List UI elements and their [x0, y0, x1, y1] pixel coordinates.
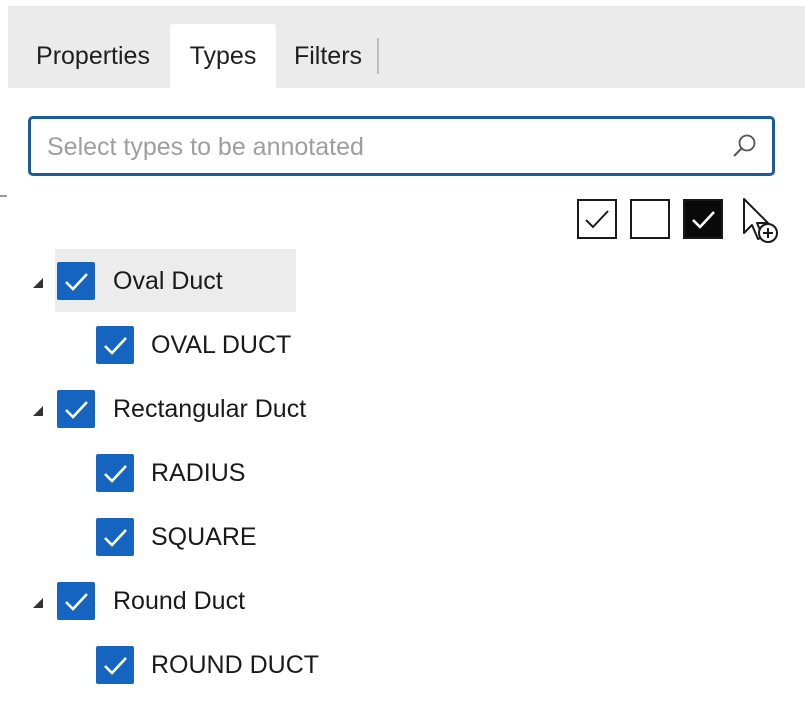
tab-filters[interactable]: Filters	[278, 24, 378, 88]
tree-group-label[interactable]: Rectangular Duct	[113, 390, 306, 428]
tab-bar: Properties Types Filters	[8, 6, 805, 88]
tree-checkbox-square[interactable]	[96, 518, 134, 556]
panel-edge-mark	[0, 195, 7, 197]
checkbox-checked-filled-icon	[692, 211, 715, 229]
tree-checkbox-oval-duct[interactable]	[57, 262, 95, 300]
check-icon	[65, 273, 88, 291]
cursor-add-icon	[743, 198, 778, 243]
check-icon	[104, 529, 127, 547]
tree-checkbox-round-duct-child[interactable]	[96, 646, 134, 684]
check-filled-button[interactable]	[683, 199, 723, 239]
tab-properties[interactable]: Properties	[16, 24, 170, 88]
search-box	[28, 116, 775, 176]
search-input[interactable]	[47, 125, 707, 169]
tree-item-label[interactable]: SQUARE	[151, 518, 257, 556]
tree-item-label[interactable]: RADIUS	[151, 454, 245, 492]
check-icon	[104, 465, 127, 483]
check-icon	[104, 337, 127, 355]
tree-group-label[interactable]: Oval Duct	[113, 262, 223, 300]
expand-triangle-icon[interactable]	[31, 404, 45, 418]
tab-divider	[377, 38, 379, 74]
tab-types[interactable]: Types	[170, 24, 276, 88]
check-icon	[65, 401, 88, 419]
expand-triangle-icon[interactable]	[31, 596, 45, 610]
tree-checkbox-rectangular-duct[interactable]	[57, 390, 95, 428]
tree-checkbox-oval-duct-child[interactable]	[96, 326, 134, 364]
check-all-button[interactable]	[577, 199, 617, 239]
checkbox-empty-icon	[632, 201, 668, 237]
select-in-model-button[interactable]	[738, 195, 782, 247]
tree-checkbox-round-duct[interactable]	[57, 582, 95, 620]
uncheck-all-button[interactable]	[630, 199, 670, 239]
tree-item-label[interactable]: OVAL DUCT	[151, 326, 291, 364]
checkbox-checked-outline-icon	[585, 210, 609, 229]
tree-group-label[interactable]: Round Duct	[113, 582, 245, 620]
check-icon	[104, 657, 127, 675]
expand-triangle-icon[interactable]	[31, 276, 45, 290]
tree-item-label[interactable]: ROUND DUCT	[151, 646, 319, 684]
types-panel: Properties Types Filters Select types to…	[0, 0, 805, 703]
tree-checkbox-radius[interactable]	[96, 454, 134, 492]
search-icon[interactable]	[730, 131, 760, 161]
check-icon	[65, 593, 88, 611]
